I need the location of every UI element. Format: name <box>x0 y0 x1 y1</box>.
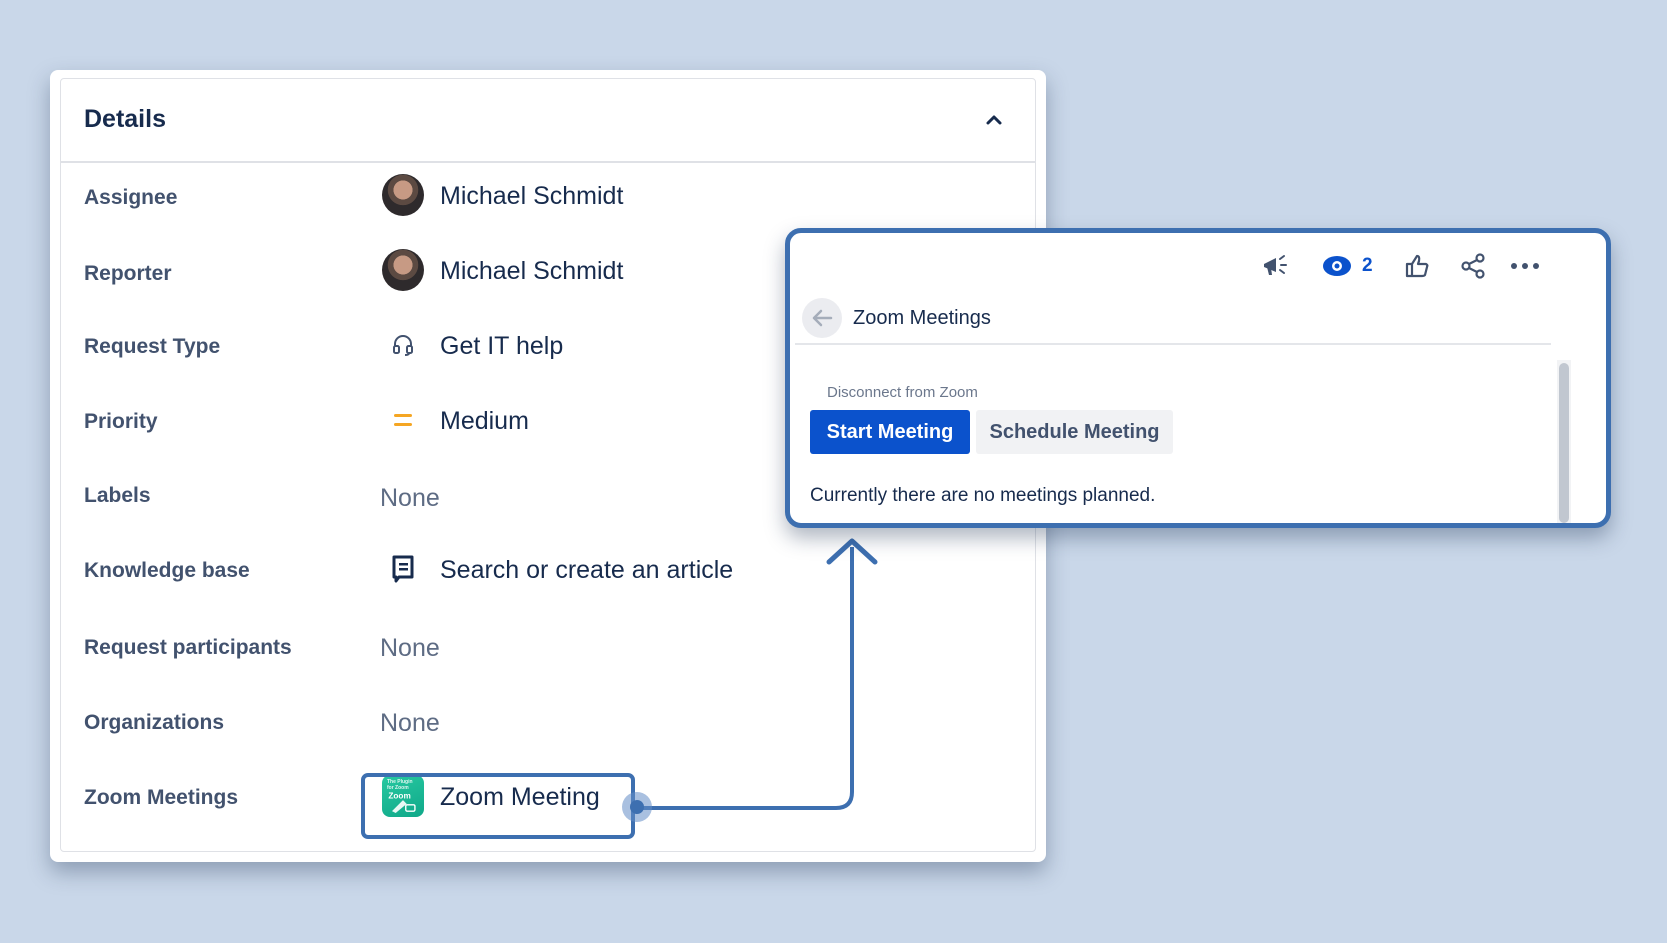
megaphone-icon[interactable] <box>1260 251 1290 281</box>
arrow-left-icon <box>812 309 833 327</box>
assignee-avatar[interactable] <box>381 173 425 217</box>
watch-count: 2 <box>1362 255 1373 276</box>
field-label-priority: Priority <box>84 410 158 433</box>
knowledge-base-value[interactable]: Search or create an article <box>440 556 733 585</box>
zoom-meetings-panel: 2 Zoom Meetings Disconnect from Zoom Sta… <box>785 228 1611 528</box>
headset-icon <box>381 323 425 367</box>
field-label-zoom-meetings: Zoom Meetings <box>84 786 239 809</box>
field-label-labels: Labels <box>84 484 151 507</box>
priority-value[interactable]: Medium <box>440 407 529 436</box>
field-label-request-type: Request Type <box>84 335 221 358</box>
field-label-knowledge-base: Knowledge base <box>84 559 250 582</box>
more-icon[interactable] <box>1508 251 1542 281</box>
labels-value[interactable]: None <box>380 484 440 513</box>
field-label-assignee: Assignee <box>84 186 178 209</box>
field-label-organizations: Organizations <box>84 711 225 734</box>
knowledge-base-icon <box>381 547 425 591</box>
field-label-request-participants: Request participants <box>84 636 292 659</box>
schedule-meeting-button[interactable]: Schedule Meeting <box>976 410 1173 454</box>
chevron-up-icon[interactable] <box>983 109 1005 131</box>
organizations-value[interactable]: None <box>380 709 440 738</box>
watch-button[interactable]: 2 <box>1322 251 1378 281</box>
assignee-value[interactable]: Michael Schmidt <box>440 182 623 211</box>
details-title: Details <box>84 105 166 133</box>
share-icon[interactable] <box>1458 251 1488 281</box>
scrollbar-thumb[interactable] <box>1559 363 1569 523</box>
reporter-avatar[interactable] <box>381 248 425 292</box>
details-header[interactable]: Details <box>61 79 1035 163</box>
panel-title: Zoom Meetings <box>853 307 991 329</box>
eye-icon <box>1323 256 1351 276</box>
avatar <box>382 174 424 216</box>
priority-medium-icon <box>381 398 425 442</box>
zoom-meeting-highlight <box>361 773 635 839</box>
request-participants-value[interactable]: None <box>380 634 440 663</box>
field-label-reporter: Reporter <box>84 262 172 285</box>
start-meeting-button[interactable]: Start Meeting <box>810 410 970 454</box>
thumbs-up-icon[interactable] <box>1402 251 1432 281</box>
divider <box>795 343 1551 345</box>
disconnect-from-zoom-link[interactable]: Disconnect from Zoom <box>827 384 978 401</box>
avatar <box>382 249 424 291</box>
back-button[interactable] <box>802 298 842 338</box>
empty-state-message: Currently there are no meetings planned. <box>810 485 1156 506</box>
request-type-value[interactable]: Get IT help <box>440 332 563 361</box>
connector-dot-center <box>630 800 644 814</box>
reporter-value[interactable]: Michael Schmidt <box>440 257 623 286</box>
